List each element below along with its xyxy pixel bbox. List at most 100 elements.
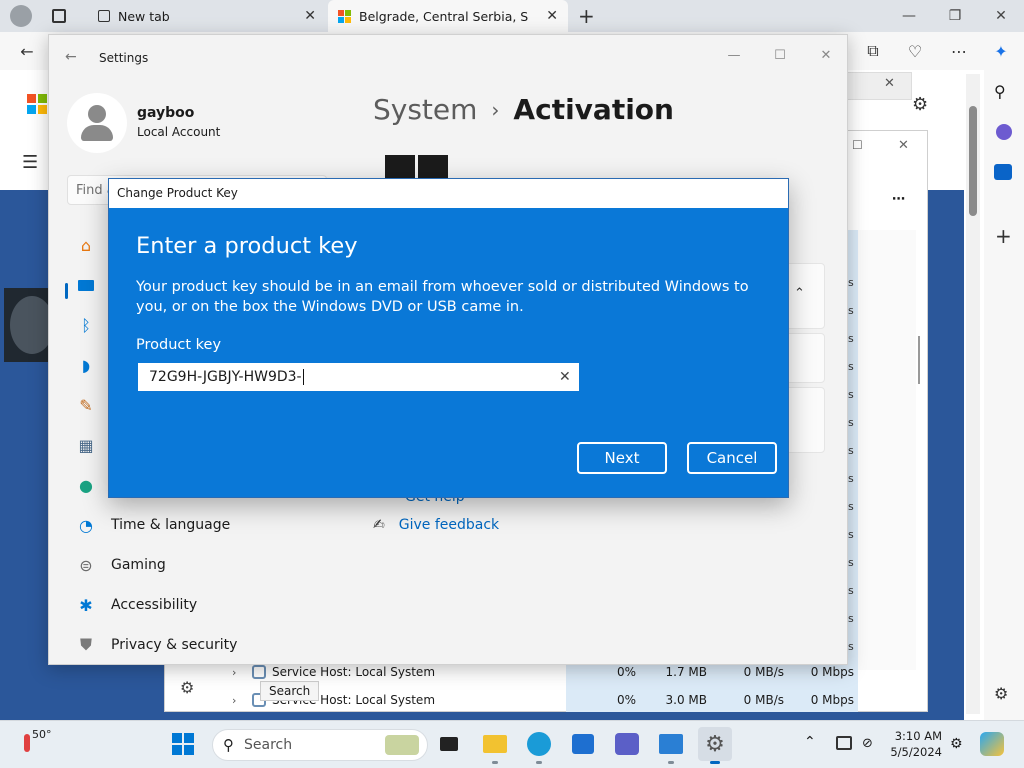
shield-icon: ⛊: [79, 635, 92, 654]
new-tab-icon: [98, 10, 110, 22]
browser-essentials-icon[interactable]: ♡: [900, 36, 930, 66]
running-indicator: [668, 761, 674, 764]
change-product-key-dialog: Change Product Key Enter a product key Y…: [108, 178, 789, 498]
page-scrollbar[interactable]: [966, 74, 980, 714]
back-arrow-icon[interactable]: ←: [65, 49, 77, 65]
sidebar-item-accessibility[interactable]: ✱ Accessibility: [67, 587, 337, 623]
clock[interactable]: 3:10 AM 5/5/2024: [884, 728, 942, 760]
teams-icon[interactable]: [610, 727, 644, 761]
copilot-taskbar-icon[interactable]: [980, 732, 1004, 756]
microsoft-logo-icon: [338, 9, 351, 23]
show-hidden-icons-chevron-icon[interactable]: ⌃: [804, 734, 816, 750]
page-settings-icon[interactable]: ⚙: [912, 94, 928, 115]
tab-actions-icon[interactable]: [52, 9, 66, 23]
search-highlight-image: [385, 735, 419, 755]
restore-icon[interactable]: ❐: [932, 0, 978, 32]
new-tab-button[interactable]: +: [578, 4, 595, 28]
text-caret: [302, 369, 304, 385]
chevron-up-icon[interactable]: ⌃: [794, 286, 805, 301]
network-disconnected-icon[interactable]: ⊘: [862, 736, 873, 751]
cancel-button[interactable]: Cancel: [687, 442, 777, 474]
settings-app-icon[interactable]: ⚙: [698, 727, 732, 761]
minimize-icon[interactable]: —: [886, 0, 932, 32]
feedback-icon: ✍: [373, 517, 385, 533]
store-icon[interactable]: [566, 727, 600, 761]
copilot-icon[interactable]: ✦: [986, 36, 1016, 66]
service-host-icon: [252, 665, 266, 679]
sidebar-item-label: Privacy & security: [111, 637, 238, 653]
close-tab-icon[interactable]: ✕: [304, 8, 316, 24]
sidebar-item-time-language[interactable]: ◔ Time & language: [67, 507, 337, 543]
product-key-input[interactable]: 72G9H-JGBJY-HW9D3-: [138, 363, 579, 391]
expand-chevron-icon[interactable]: ›: [232, 694, 236, 707]
browser-tab-bar: New tab ✕ Belgrade, Central Serbia, Serb…: [0, 0, 1024, 32]
tab-belgrade[interactable]: Belgrade, Central Serbia, Serbia ✕: [328, 0, 568, 32]
outlook-icon[interactable]: [994, 164, 1012, 180]
wifi-icon: ◗: [81, 355, 91, 375]
notification-icon[interactable]: ⚙: [950, 736, 963, 752]
maximize-icon[interactable]: ☐: [757, 41, 803, 69]
sidebar-item-privacy[interactable]: ⛊ Privacy & security: [67, 627, 337, 663]
task-view-icon[interactable]: [432, 727, 466, 761]
brush-icon: ✎: [79, 395, 93, 415]
tab-new-tab[interactable]: New tab ✕: [88, 0, 326, 32]
unit-label: s: [848, 444, 854, 457]
memory-value: 3.0 MB: [665, 693, 707, 707]
scrollbar-thumb[interactable]: [969, 106, 977, 216]
task-manager-settings-icon[interactable]: ⚙: [180, 678, 194, 697]
profile-icon[interactable]: [10, 5, 32, 27]
windows-icon: [172, 733, 194, 755]
home-icon: ⌂: [80, 235, 92, 255]
task-manager-close-icon[interactable]: ✕: [898, 138, 909, 153]
device-icon[interactable]: [836, 736, 852, 750]
add-icon[interactable]: +: [995, 224, 1012, 248]
disk-value: 0 MB/s: [743, 665, 784, 679]
next-button[interactable]: Next: [577, 442, 667, 474]
menu-icon[interactable]: ☰: [22, 152, 38, 173]
minimize-icon[interactable]: —: [711, 41, 757, 69]
task-manager-more-icon[interactable]: ⋯: [892, 192, 905, 207]
unit-label: s: [848, 416, 854, 429]
tab-label: New tab: [118, 8, 170, 24]
task-manager-icon[interactable]: [654, 727, 688, 761]
more-options-icon[interactable]: ⋯: [944, 36, 974, 66]
close-tab-icon[interactable]: ✕: [546, 8, 558, 24]
copilot-sidebar-icon[interactable]: [996, 124, 1012, 140]
cpu-value: 0%: [616, 693, 636, 707]
clock-time: 3:10 AM: [894, 729, 942, 743]
bluetooth-icon: ᛒ: [81, 315, 91, 335]
background-window-close-icon[interactable]: ✕: [884, 76, 895, 91]
unit-label: s: [848, 528, 854, 541]
edge-icon[interactable]: [522, 727, 556, 761]
unit-label: s: [848, 500, 854, 513]
background-window: [840, 72, 912, 100]
clear-input-icon[interactable]: ✕: [559, 369, 571, 385]
give-feedback-link[interactable]: ✍ Give feedback: [373, 517, 499, 533]
task-manager-scrollbar[interactable]: [918, 336, 920, 384]
close-icon[interactable]: ✕: [978, 0, 1024, 32]
start-button[interactable]: [166, 727, 200, 761]
edge-sidebar: ⚲ + ⚙: [984, 70, 1024, 720]
collections-icon[interactable]: ⧉: [858, 36, 888, 66]
sidebar-settings-icon[interactable]: ⚙: [994, 684, 1008, 703]
running-indicator: [492, 761, 498, 764]
search-icon[interactable]: ⚲: [994, 82, 1006, 101]
unit-label: s: [848, 276, 854, 289]
task-manager-restore-icon[interactable]: ☐: [852, 138, 863, 152]
network-value: 0 Mbps: [810, 693, 854, 707]
expand-chevron-icon[interactable]: ›: [232, 666, 236, 679]
sidebar-item-gaming[interactable]: ⊜ Gaming: [67, 547, 337, 583]
system-icon: [75, 274, 97, 296]
breadcrumb-system[interactable]: System: [373, 93, 477, 126]
avatar[interactable]: [67, 93, 127, 153]
unit-label: s: [848, 304, 854, 317]
file-explorer-icon[interactable]: [478, 727, 512, 761]
unit-label: s: [848, 612, 854, 625]
close-icon[interactable]: ✕: [803, 41, 849, 69]
weather-temperature[interactable]: 50°: [32, 728, 52, 741]
dialog-heading: Enter a product key: [136, 233, 358, 259]
breadcrumb: System › Activation: [373, 93, 674, 126]
taskbar-search[interactable]: ⚲ Search: [212, 729, 428, 761]
window-title: Settings: [99, 51, 149, 65]
back-arrow-icon[interactable]: ←: [12, 36, 42, 66]
